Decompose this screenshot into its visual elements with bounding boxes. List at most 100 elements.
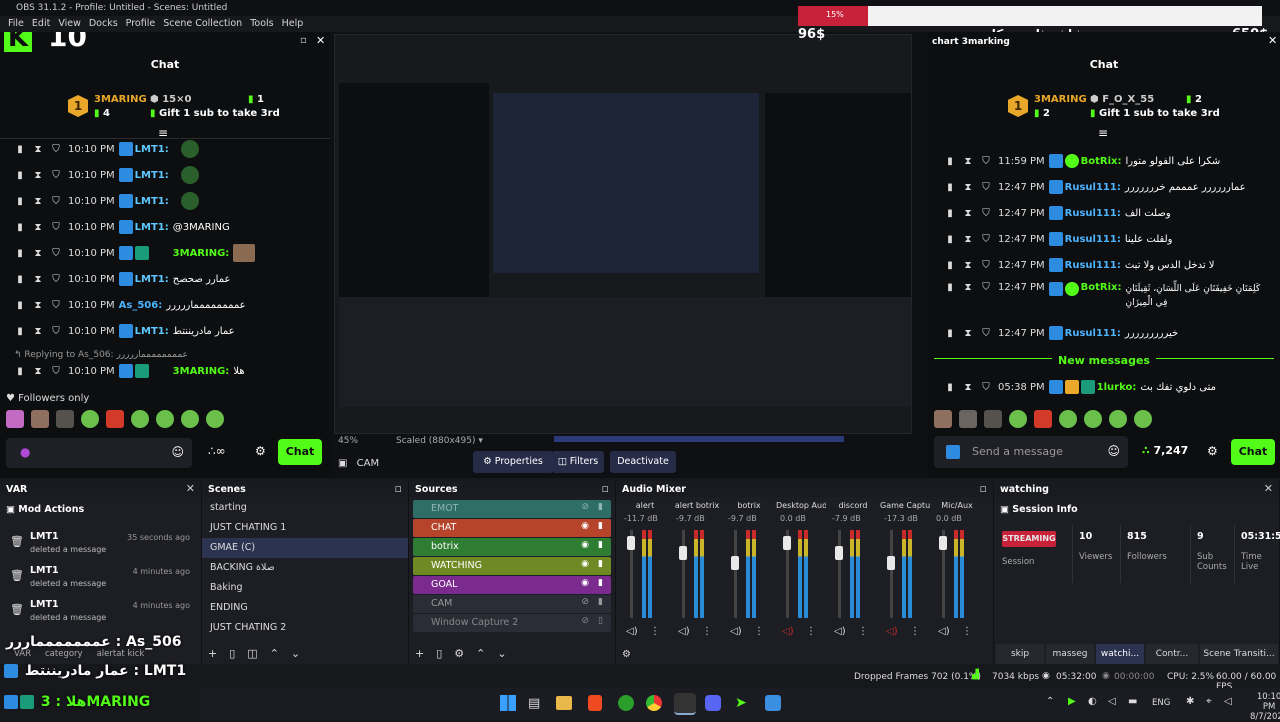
lock-icon[interactable]: ▯ — [598, 616, 603, 626]
emote-icon[interactable] — [959, 410, 977, 428]
emote-icon[interactable] — [6, 410, 24, 428]
shield-icon[interactable]: ⛉ — [50, 274, 62, 285]
close-icon[interactable]: ✕ — [1264, 482, 1273, 495]
mute-icon[interactable]: ◁) — [938, 626, 950, 637]
mixer-settings-icon[interactable]: ⚙ — [622, 649, 631, 660]
scene-item[interactable]: BACKING صلاة — [202, 558, 408, 578]
chat-send-button[interactable]: Chat — [278, 439, 322, 465]
emote-icon[interactable] — [984, 410, 1002, 428]
network-icon[interactable]: ⌖ — [1206, 696, 1212, 707]
shield-icon[interactable]: ⛉ — [50, 196, 62, 207]
filters-button[interactable]: ◫ Filters — [552, 451, 604, 473]
timeout-icon[interactable]: ⧗ — [32, 222, 44, 233]
shield-icon[interactable]: ⛉ — [980, 382, 992, 393]
source-item[interactable]: botrix ◉ ▮ — [413, 538, 611, 556]
eye-icon[interactable]: ◉ — [581, 578, 589, 588]
app-icon[interactable]: ➤ — [735, 695, 747, 711]
close-dock-icon[interactable]: ✕ — [1268, 34, 1277, 47]
tab-category[interactable]: category — [45, 649, 83, 659]
trash-icon[interactable]: ▮ — [14, 144, 26, 155]
shield-icon[interactable]: ⛉ — [980, 260, 992, 271]
timeout-icon[interactable]: ⧗ — [962, 382, 974, 393]
menu-edit[interactable]: Edit — [32, 16, 50, 32]
gift-prompt[interactable]: ▮ Gift 1 sub to take 3rd — [1090, 108, 1220, 119]
fader-knob[interactable] — [939, 536, 947, 550]
timeout-icon[interactable]: ⧗ — [32, 326, 44, 337]
scene-item-selected[interactable]: GMAE (C) — [202, 538, 408, 558]
fader-knob[interactable] — [835, 546, 843, 560]
source-item[interactable]: GOAL ◉ ▮ — [413, 576, 611, 594]
trash-icon[interactable]: ▮ — [944, 260, 956, 271]
shield-icon[interactable]: ⛉ — [980, 328, 992, 339]
trash-icon[interactable]: ▯ — [436, 647, 442, 660]
channel-menu-icon[interactable]: ⋮ — [702, 626, 712, 637]
trash-icon[interactable]: ▮ — [944, 208, 956, 219]
shield-icon[interactable]: ⛉ — [50, 144, 62, 155]
emote-icon[interactable] — [206, 410, 224, 428]
float-icon[interactable]: ▫ — [980, 482, 987, 495]
visibility-off-icon[interactable]: ⊘ — [581, 597, 589, 607]
speaker-icon[interactable]: ◁ — [1224, 696, 1232, 707]
shield-icon[interactable]: ⛉ — [50, 366, 62, 377]
add-icon[interactable]: + — [415, 647, 424, 660]
emoji-icon[interactable]: ☺ — [171, 445, 184, 459]
chrome-icon[interactable] — [646, 695, 662, 711]
move-down-icon[interactable]: ⌄ — [291, 647, 300, 660]
tray-chevron-icon[interactable]: ⌃ — [1046, 696, 1054, 707]
trash-icon[interactable]: ▮ — [944, 328, 956, 339]
fader-knob[interactable] — [731, 556, 739, 570]
lock-icon[interactable]: ▮ — [598, 540, 603, 550]
lock-icon[interactable]: ▮ — [598, 559, 603, 569]
shield-icon[interactable]: ⛉ — [980, 282, 992, 293]
timeout-icon[interactable]: ⧗ — [32, 274, 44, 285]
channel-menu-icon[interactable]: ⋮ — [910, 626, 920, 637]
add-icon[interactable]: + — [208, 647, 217, 660]
tab-masseg[interactable]: masseg — [1046, 644, 1094, 664]
tray-app-icon[interactable]: ▶ — [1068, 696, 1076, 707]
shield-icon[interactable]: ⛉ — [980, 182, 992, 193]
tray-app-icon[interactable]: ▬ — [1128, 696, 1137, 707]
timeout-icon[interactable]: ⧗ — [962, 208, 974, 219]
emote-icon[interactable] — [31, 410, 49, 428]
shield-icon[interactable]: ⛉ — [50, 248, 62, 259]
chat-input[interactable]: Send a message ☺ — [934, 436, 1128, 468]
language-indicator[interactable]: ENG — [1152, 698, 1170, 708]
tab-scene-transitions[interactable]: Scene Transiti... — [1200, 644, 1278, 664]
trash-icon[interactable]: ▮ — [944, 156, 956, 167]
mute-icon[interactable]: ◁) — [730, 626, 742, 637]
shield-icon[interactable]: ⛉ — [980, 156, 992, 167]
mic-icon[interactable]: ● — [20, 445, 30, 459]
scene-item[interactable]: JUST CHATING 2 — [202, 618, 408, 638]
deactivate-button[interactable]: Deactivate — [610, 451, 676, 473]
volume-fader[interactable] — [682, 530, 685, 618]
shield-icon[interactable]: ⛉ — [50, 300, 62, 311]
emote-icon[interactable] — [56, 410, 74, 428]
visibility-off-icon[interactable]: ⊘ — [581, 616, 589, 626]
menu-help[interactable]: Help — [282, 16, 304, 32]
channel-menu-icon[interactable]: ⋮ — [806, 626, 816, 637]
emote-icon[interactable] — [934, 410, 952, 428]
emote-icon[interactable] — [1109, 410, 1127, 428]
search-icon[interactable]: ▤ — [528, 696, 540, 711]
scene-item[interactable]: JUST CHATING 1 — [202, 518, 408, 538]
menu-view[interactable]: View — [58, 16, 81, 32]
emote-icon[interactable] — [1059, 410, 1077, 428]
float-dock-icon[interactable]: ▫ — [300, 35, 307, 46]
windows-start-icon[interactable] — [500, 695, 516, 711]
tab-watching[interactable]: watchi... — [1096, 644, 1144, 664]
fader-knob[interactable] — [783, 536, 791, 550]
timeout-icon[interactable]: ⧗ — [962, 328, 974, 339]
menu-docks[interactable]: Docks — [89, 16, 118, 32]
emote-icon[interactable] — [1134, 410, 1152, 428]
shield-icon[interactable]: ⛉ — [50, 326, 62, 337]
settings-icon[interactable]: ✱ — [1186, 696, 1194, 707]
float-icon[interactable]: ▫ — [602, 482, 609, 495]
timeout-icon[interactable]: ⧗ — [962, 260, 974, 271]
fader-knob[interactable] — [679, 546, 687, 560]
channel-menu-icon[interactable]: ⋮ — [650, 626, 660, 637]
tab-alertat-kick[interactable]: alertat kick — [97, 649, 145, 659]
menu-tools[interactable]: Tools — [250, 16, 273, 32]
eye-icon[interactable]: ◉ — [581, 559, 589, 569]
timeout-icon[interactable]: ⧗ — [962, 282, 974, 293]
move-up-icon[interactable]: ⌃ — [476, 647, 485, 660]
